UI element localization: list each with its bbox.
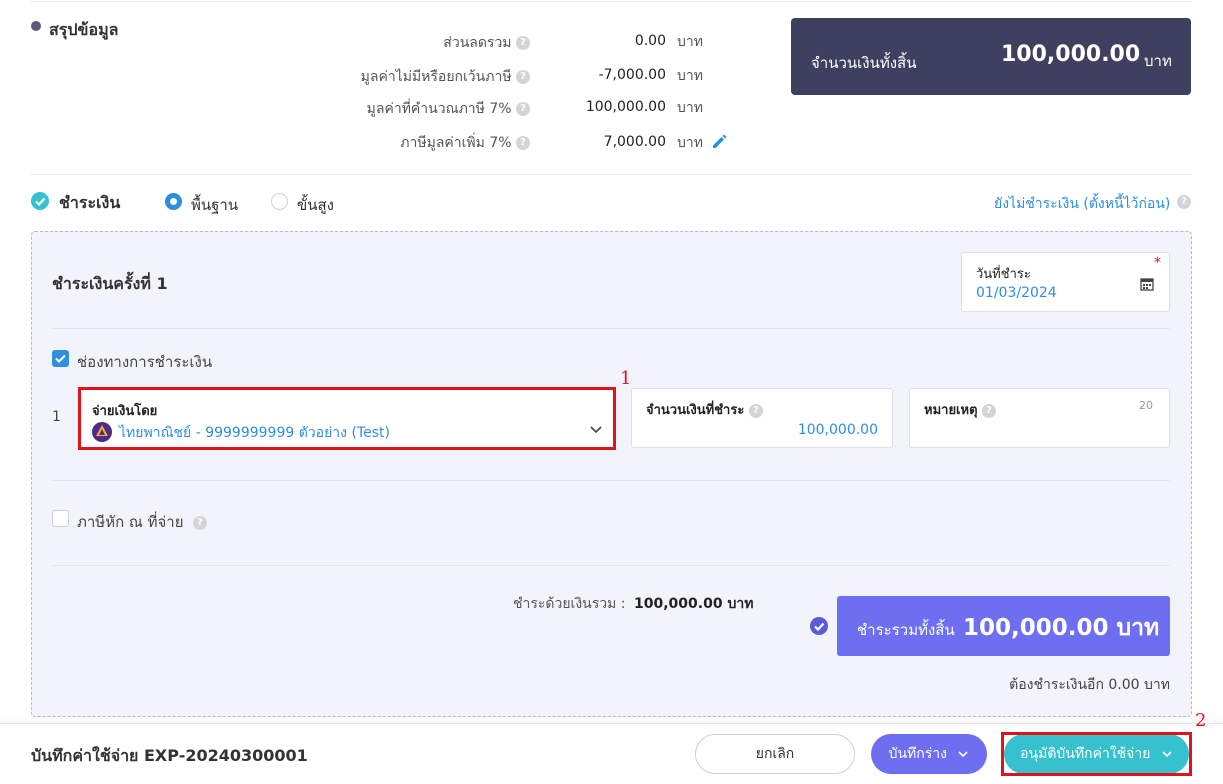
channel-label: ช่องทางการชำระเงิน [77,353,213,371]
withholding-label: ภาษีหัก ณ ที่จ่าย ? [77,510,208,534]
withholding-checkbox[interactable] [52,510,69,527]
help-icon: ? [516,136,530,150]
payment-date-field[interactable]: วันที่ชำระ 01/03/2024 * [961,252,1170,312]
paid-total-label: ชำระด้วยเงินรวม : [513,596,626,612]
save-draft-button[interactable]: บันทึกร่าง [871,734,987,774]
row-index: 1 [52,409,61,425]
summary-vat-unit: บาท [677,135,703,151]
highlight-box-2 [1001,732,1192,776]
date-value: 01/03/2024 [976,285,1057,301]
highlight-tag-1: 1 [620,368,632,389]
highlight-tag-2: 2 [1195,710,1207,731]
summary-discount-label: ส่วนลดรวม ? [443,32,530,54]
paid-total-value: 100,000.00 บาท [634,596,754,612]
note-field[interactable]: หมายเหตุ ? 20 [909,388,1170,448]
summary-vat-label: ภาษีมูลค่าเพิ่ม 7% ? [400,132,530,154]
highlight-box-1 [78,387,616,450]
date-label: วันที่ชำระ [976,267,1031,282]
amount-value: 100,000.00 [797,422,878,438]
edit-pencil-icon[interactable] [710,131,730,151]
note-label: หมายเหตุ ? [924,399,997,420]
grand-total-label: ชำระรวมทั้งสิ้น [857,621,955,639]
total-amount-box: จำนวนเงินทั้งสิ้น 100,000.00 บาท [791,18,1191,95]
summary-discount-unit: บาท [677,34,703,50]
help-icon: ? [1177,195,1191,209]
required-asterisk: * [1154,255,1161,271]
radio-basic[interactable] [165,193,182,210]
grand-total-value: 100,000.00 บาท [963,615,1160,641]
payment-round-title: ชำระเงินครั้งที่ 1 [52,274,168,293]
amount-label: จำนวนเงินที่ชำระ ? [646,399,763,420]
total-unit: บาท [1144,52,1172,70]
summary-exempt-value: -7,000.00 [598,67,666,83]
summary-vat-value: 7,000.00 [603,134,666,150]
summary-title: สรุปข้อมูล [49,20,119,39]
cancel-button[interactable]: ยกเลิก [695,734,855,774]
help-icon: ? [193,515,208,530]
remaining-text: ต้องชำระเงินอีก 0.00 บาท [1009,677,1170,693]
footer-doc-title: บันทึกค่าใช้จ่าย EXP-20240300001 [31,746,308,765]
payment-check-icon[interactable] [31,192,49,210]
help-icon: ? [516,70,530,84]
grand-check-icon [810,617,828,635]
summary-discount-value: 0.00 [634,33,666,49]
radio-basic-label: พื้นฐาน [191,196,239,214]
channel-checkbox[interactable] [52,350,69,367]
summary-exempt-label: มูลค่าไม่มีหรือยกเว้นภาษี ? [361,66,530,88]
help-icon: ? [982,403,997,418]
help-icon: ? [516,102,530,116]
help-icon: ? [516,36,530,50]
summary-divider [31,174,1192,175]
summary-taxable-unit: บาท [677,100,703,116]
chevron-down-icon [958,751,968,758]
radio-advanced-label: ขั้นสูง [297,196,334,214]
amount-field[interactable]: จำนวนเงินที่ชำระ ? 100,000.00 [631,388,893,448]
panel-divider-3 [52,565,1170,566]
panel-divider-2 [52,480,1170,481]
top-divider [31,1,1192,2]
radio-advanced[interactable] [271,193,288,210]
note-counter: 20 [1139,399,1153,412]
help-icon: ? [748,403,763,418]
summary-taxable-label: มูลค่าที่คำนวณภาษี 7% ? [367,98,530,120]
summary-taxable-value: 100,000.00 [585,99,666,115]
panel-divider-1 [52,328,1170,329]
summary-exempt-unit: บาท [677,68,703,84]
calendar-icon [1140,277,1154,291]
summary-bullet-icon [31,21,41,31]
total-label: จำนวนเงินทั้งสิ้น [811,54,917,72]
payment-title: ชำระเงิน [59,193,121,212]
unpaid-link[interactable]: ยังไม่ชำระเงิน (ตั้งหนี้ไว้ก่อน) [994,193,1170,215]
total-value: 100,000.00 [1001,42,1141,67]
grand-total-box: ชำระรวมทั้งสิ้น 100,000.00 บาท [837,596,1170,656]
